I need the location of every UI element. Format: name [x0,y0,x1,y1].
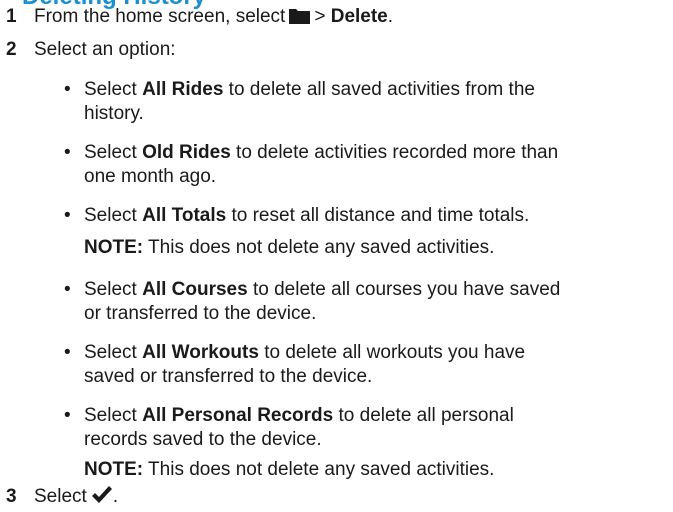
note: NOTE: This does not delete any saved act… [84,459,495,480]
bullet-text: Select All Workouts to delete all workou… [84,342,526,387]
bullet-dot: • [64,79,71,100]
bullet-dot: • [64,205,71,226]
note: NOTE: This does not delete any saved act… [84,237,495,258]
bullet-text: Select All Rides to delete all saved act… [84,79,535,124]
step-text: Select. [34,485,118,512]
bullet-dot: • [64,142,71,163]
step-number: 2 [6,39,17,60]
step-number: 3 [6,486,17,507]
bullet-text: Select All Personal Records to delete al… [84,405,514,450]
bullet-text: Select All Totals to reset all distance … [84,205,530,226]
check-icon [91,485,113,512]
step-text: From the home screen, select > Delete. [34,5,393,31]
bullet-dot: • [64,279,71,300]
bullet-text: Select Old Rides to delete activities re… [84,142,559,187]
folder-icon [289,7,311,31]
step-number: 1 [6,6,17,27]
step-text: Select an option: [34,39,176,60]
bullet-dot: • [64,342,71,363]
bullet-text: Select All Courses to delete all courses… [84,279,561,324]
bullet-dot: • [64,405,71,426]
